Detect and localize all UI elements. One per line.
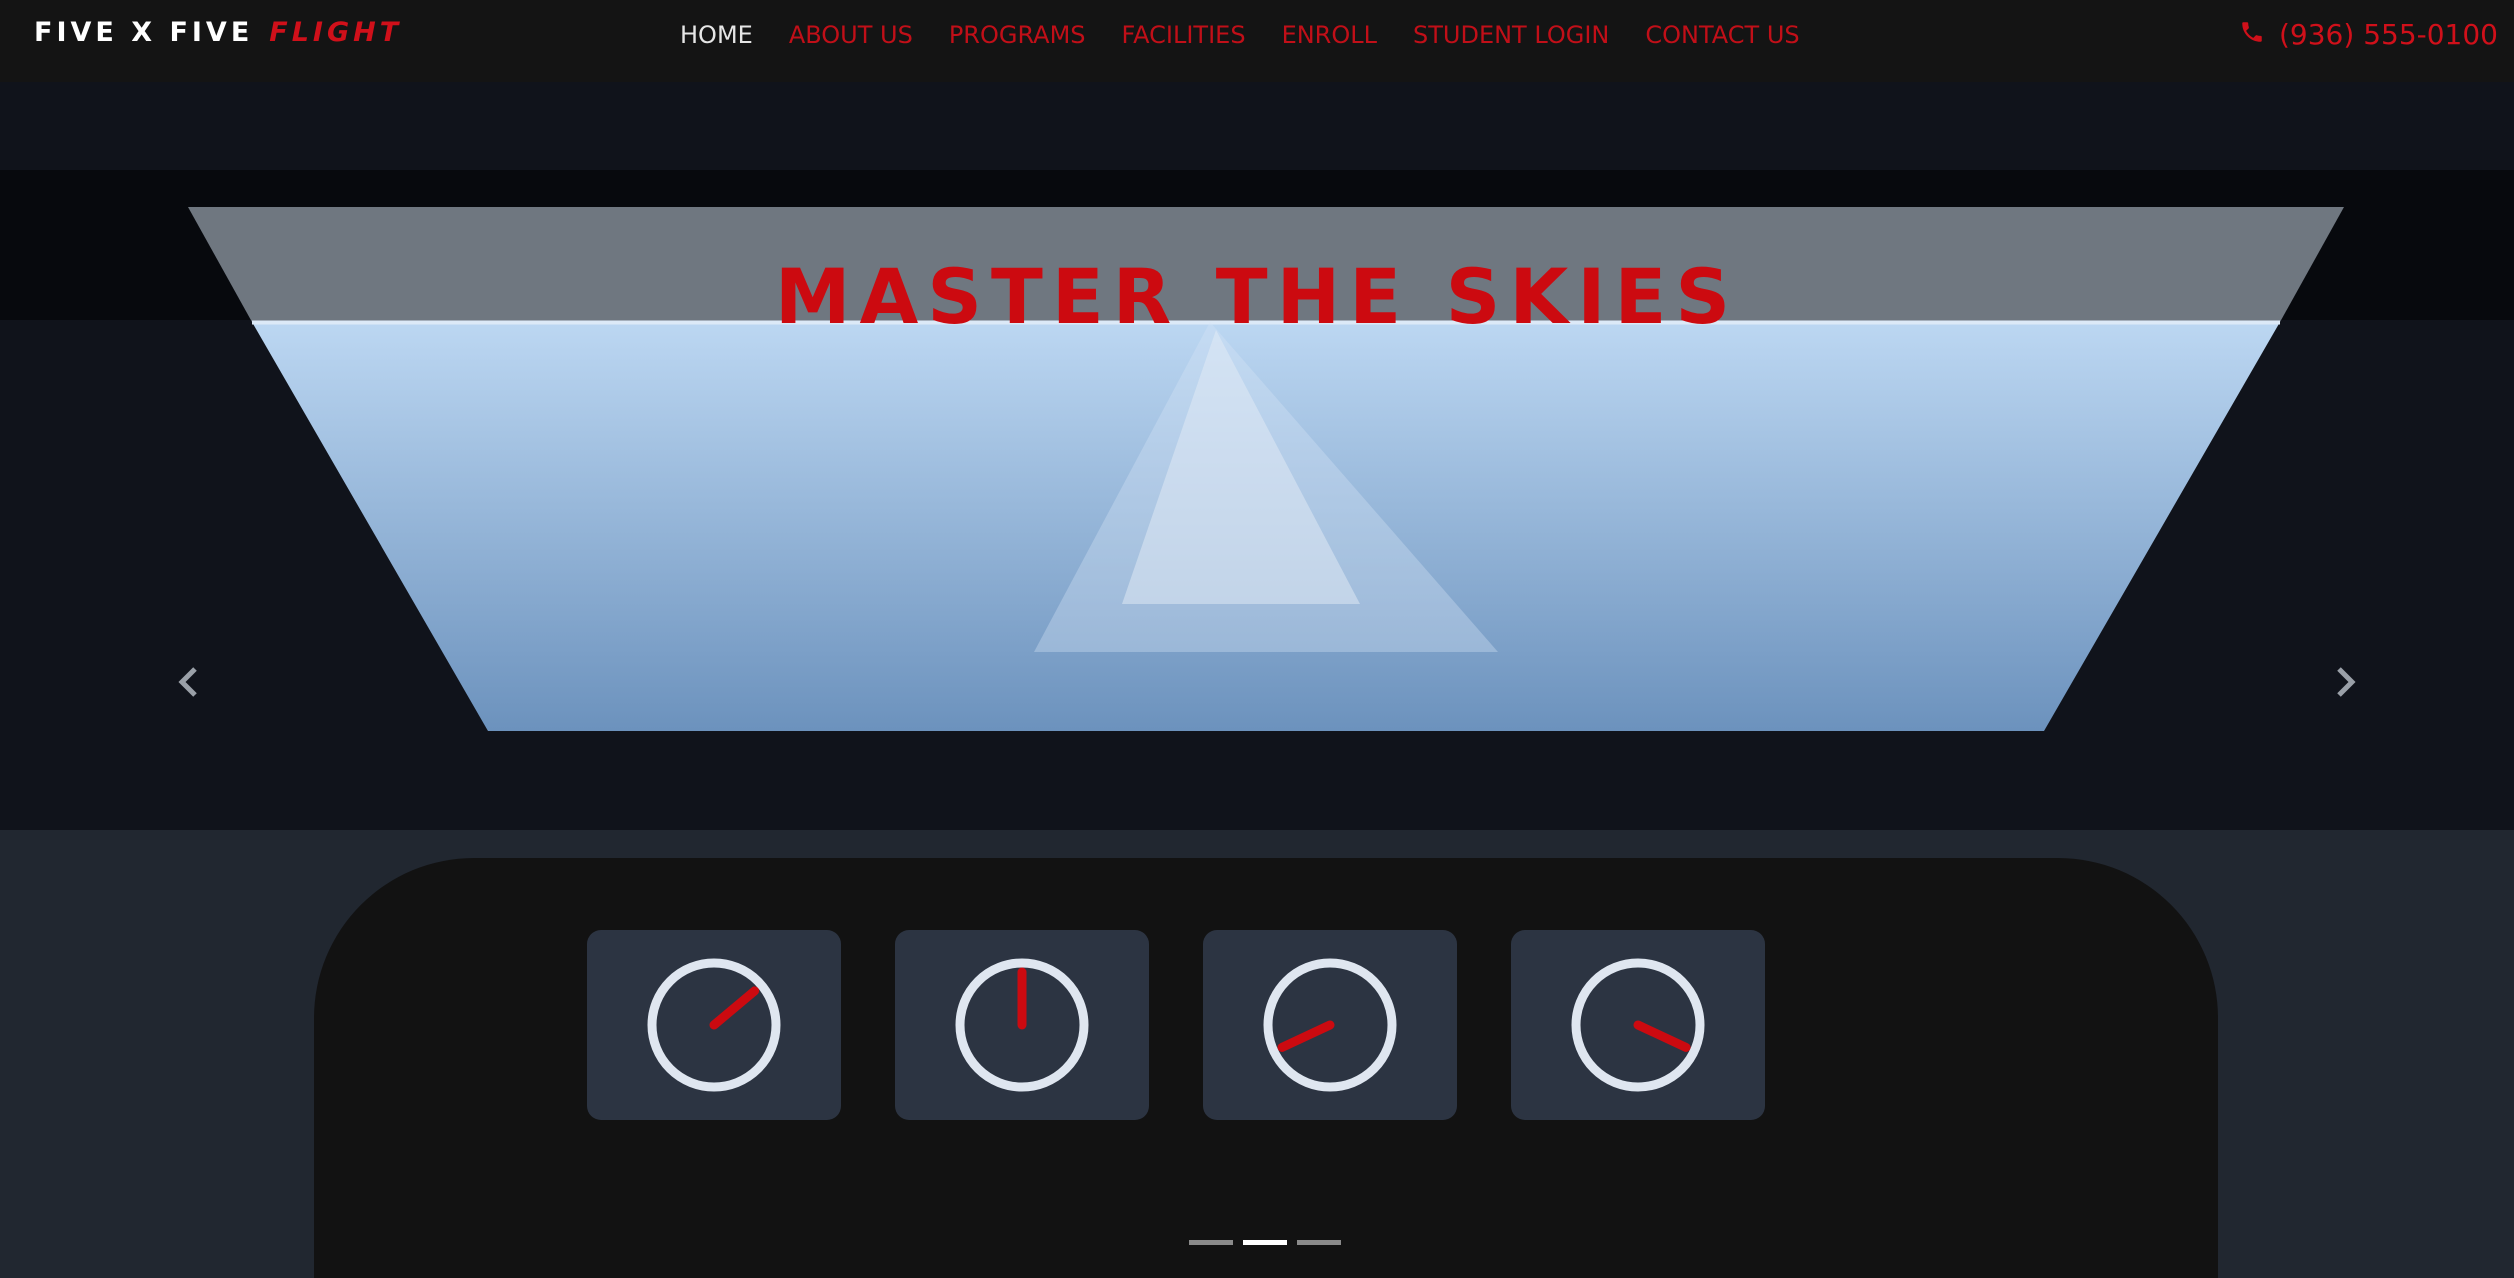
gauge-dial-icon: [1263, 958, 1397, 1092]
gauge-dial-icon: [647, 958, 781, 1092]
hero-title: MASTER THE SKIES: [774, 251, 1740, 341]
gauge-panel-1: [587, 930, 841, 1120]
gauge-panel-3: [1203, 930, 1457, 1120]
cockpit-window-scene: [188, 207, 2344, 731]
carousel-indicator-3[interactable]: [1297, 1240, 1341, 1245]
carousel-next-button[interactable]: [2326, 662, 2366, 702]
carousel-indicators: [1189, 1240, 1341, 1248]
gauge-panel-2: [895, 930, 1149, 1120]
gauge-dial-icon: [955, 958, 1089, 1092]
carousel-indicator-1[interactable]: [1189, 1240, 1233, 1245]
carousel-prev-button[interactable]: [168, 662, 208, 702]
chevron-right-icon: [2337, 667, 2356, 697]
gauge-panel-4: [1511, 930, 1765, 1120]
chevron-left-icon: [178, 667, 197, 697]
gauge-dial-icon: [1571, 958, 1705, 1092]
carousel-indicator-2[interactable]: [1243, 1240, 1287, 1245]
cockpit-dashboard: [314, 858, 2218, 1278]
